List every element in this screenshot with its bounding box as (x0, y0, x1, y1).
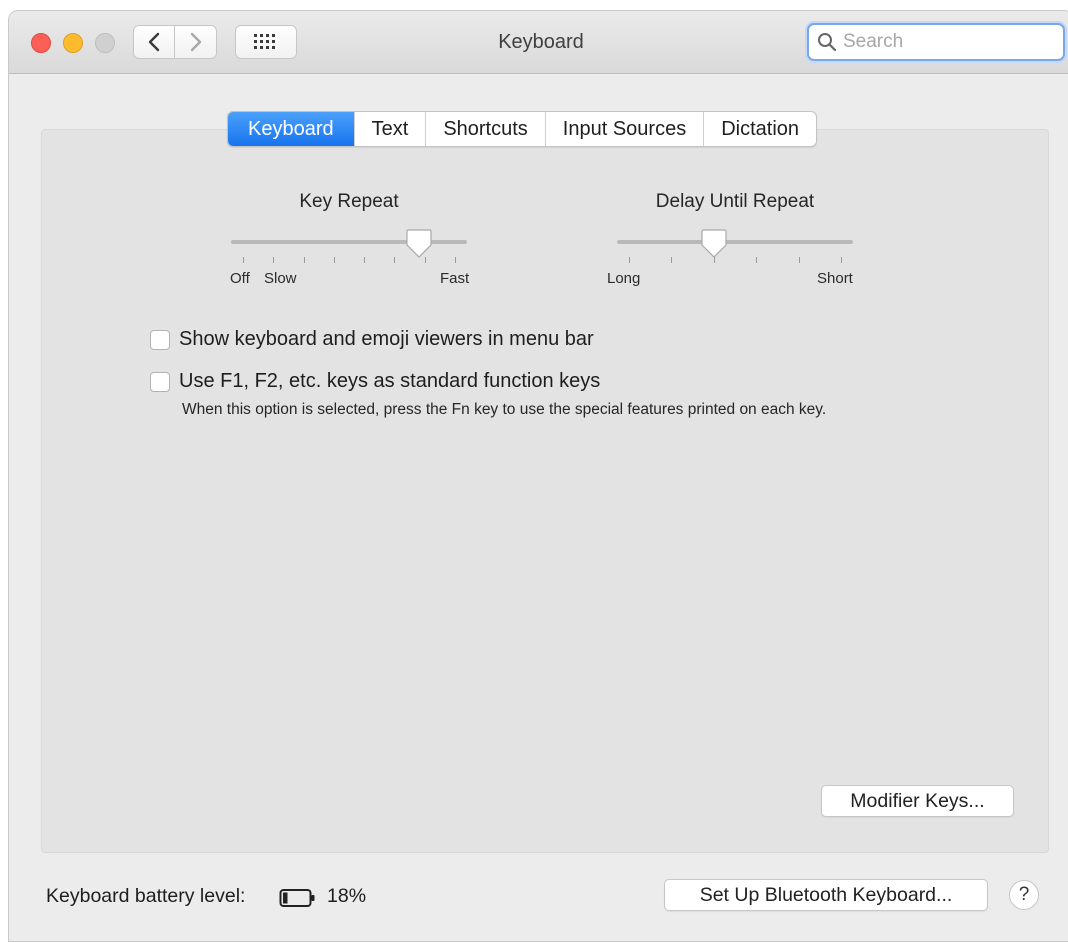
tab-dictation[interactable]: Dictation (703, 112, 816, 146)
battery-level: 18% (327, 885, 367, 907)
modifier-keys-button[interactable]: Modifier Keys... (821, 785, 1014, 817)
key-repeat-tick (364, 257, 366, 263)
search-icon (818, 33, 837, 52)
key-repeat-tick (303, 257, 305, 263)
delay-until-repeat-tick (756, 257, 758, 263)
delay-until-repeat-tick (798, 257, 800, 263)
function-keys-checkbox[interactable] (150, 371, 170, 392)
key-repeat-title: Key Repeat (299, 191, 399, 212)
key-repeat-label-off: Off (230, 270, 250, 287)
key-repeat-tick (243, 257, 244, 263)
function-keys-option[interactable]: Use F1, F2, etc. keys as standard functi… (150, 370, 600, 393)
battery-icon (279, 889, 315, 907)
function-keys-note: When this option is selected, press the … (182, 401, 827, 418)
delay-until-repeat-thumb[interactable] (700, 228, 728, 260)
settings-panel (41, 129, 1049, 853)
delay-until-repeat-title: Delay Until Repeat (655, 191, 815, 212)
battery-fill (283, 892, 288, 904)
delay-until-repeat-track (617, 240, 853, 244)
search-field[interactable] (807, 23, 1065, 61)
tab-input-sources[interactable]: Input Sources (544, 112, 703, 146)
function-keys-label: Use F1, F2, etc. keys as standard functi… (179, 370, 601, 392)
key-repeat-tick (273, 257, 275, 263)
tab-bar: Keyboard Text Shortcuts Input Sources Di… (227, 111, 818, 147)
delay-until-repeat-tick (841, 257, 842, 263)
delay-until-repeat-tick (671, 257, 673, 263)
titlebar: Keyboard (9, 11, 1068, 74)
show-viewers-checkbox[interactable] (150, 329, 170, 350)
show-viewers-option[interactable]: Show keyboard and emoji viewers in menu … (150, 328, 594, 351)
search-input[interactable] (841, 30, 1055, 54)
tab-keyboard[interactable]: Keyboard (228, 112, 354, 146)
tab-text[interactable]: Text (353, 112, 426, 146)
key-repeat-thumb[interactable] (405, 228, 433, 260)
key-repeat-tick (455, 257, 456, 263)
battery-label: Keyboard battery level: (46, 885, 246, 907)
delay-until-repeat-tick (629, 257, 630, 263)
delay-label-long: Long (607, 270, 641, 287)
preferences-window: Keyboard Keyboard Text Shortcuts Input S… (8, 10, 1068, 942)
set-up-bluetooth-keyboard-button[interactable]: Set Up Bluetooth Keyboard... (664, 879, 988, 911)
tab-shortcuts[interactable]: Shortcuts (425, 112, 544, 146)
key-repeat-label-slow: Slow (264, 270, 297, 287)
key-repeat-tick (333, 257, 335, 263)
show-viewers-label: Show keyboard and emoji viewers in menu … (179, 328, 594, 350)
help-button[interactable]: ? (1009, 880, 1039, 910)
delay-label-short: Short (817, 270, 853, 287)
key-repeat-label-fast: Fast (440, 270, 470, 287)
key-repeat-tick (394, 257, 396, 263)
